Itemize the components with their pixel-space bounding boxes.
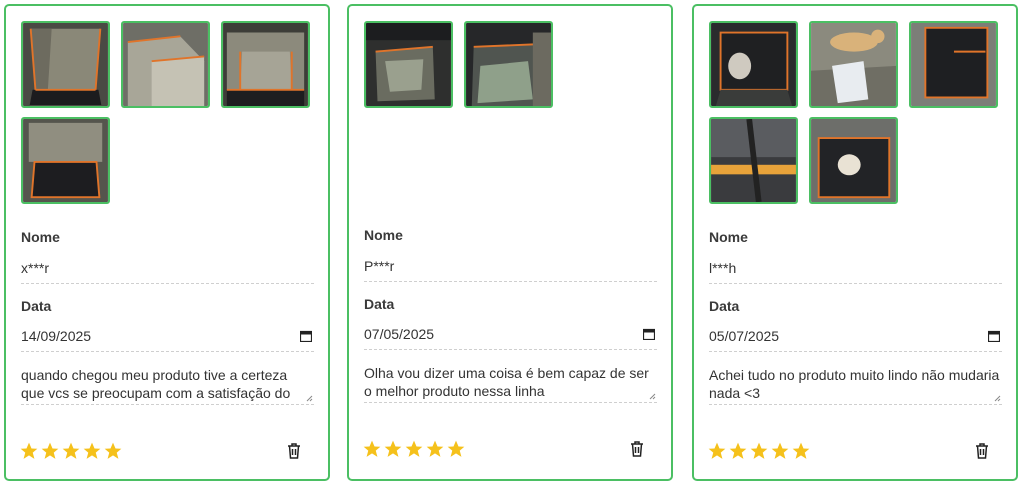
star-icon[interactable] — [383, 439, 403, 459]
review-photo[interactable] — [21, 21, 110, 108]
review-card-2: Nome P***r Data 07/05/2025 Olha vou dize… — [347, 4, 673, 481]
star-icon[interactable] — [61, 441, 81, 461]
review-photo[interactable] — [364, 21, 453, 108]
comment-field[interactable]: Achei tudo no produto muito lindo não mu… — [709, 366, 1002, 405]
star-icon[interactable] — [728, 441, 748, 461]
name-field[interactable]: l***h — [709, 260, 1002, 284]
date-field[interactable]: 07/05/2025 — [364, 326, 657, 350]
calendar-icon[interactable] — [300, 330, 312, 342]
calendar-icon[interactable] — [643, 328, 655, 340]
date-value: 14/09/2025 — [21, 328, 92, 344]
star-icon[interactable] — [707, 441, 727, 461]
trash-icon[interactable] — [630, 441, 644, 457]
name-label: Nome — [364, 227, 403, 243]
review-card-1: Nome x***r Data 14/09/2025 quando chegou… — [4, 4, 330, 481]
resize-handle-icon[interactable] — [306, 395, 313, 402]
date-value: 07/05/2025 — [364, 326, 435, 342]
review-photo[interactable] — [809, 117, 898, 204]
star-icon[interactable] — [404, 439, 424, 459]
star-icon[interactable] — [362, 439, 382, 459]
trash-icon[interactable] — [287, 443, 301, 459]
review-photo[interactable] — [709, 21, 798, 108]
review-photo[interactable] — [21, 117, 110, 204]
resize-handle-icon[interactable] — [649, 393, 656, 400]
star-icon[interactable] — [770, 441, 790, 461]
star-icon[interactable] — [103, 441, 123, 461]
review-photo[interactable] — [464, 21, 553, 108]
review-photo[interactable] — [909, 21, 998, 108]
review-photo[interactable] — [121, 21, 210, 108]
name-label: Nome — [709, 229, 748, 245]
comment-text: quando chegou meu produto tive a certeza… — [21, 367, 291, 404]
date-label: Data — [709, 298, 740, 314]
comment-text: Olha vou dizer uma coisa é bem capaz de … — [364, 365, 649, 399]
date-label: Data — [21, 298, 52, 314]
review-photo[interactable] — [809, 21, 898, 108]
date-value: 05/07/2025 — [709, 328, 780, 344]
comment-field[interactable]: quando chegou meu produto tive a certeza… — [21, 366, 314, 405]
star-icon[interactable] — [425, 439, 445, 459]
star-icon[interactable] — [446, 439, 466, 459]
comment-text: Achei tudo no produto muito lindo não mu… — [709, 367, 1000, 401]
star-icon[interactable] — [40, 441, 60, 461]
name-field[interactable]: P***r — [364, 258, 657, 282]
calendar-icon[interactable] — [988, 330, 1000, 342]
star-icon[interactable] — [19, 441, 39, 461]
name-label: Nome — [21, 229, 60, 245]
review-photo[interactable] — [709, 117, 798, 204]
rating-stars[interactable] — [19, 441, 123, 461]
date-label: Data — [364, 296, 395, 312]
star-icon[interactable] — [82, 441, 102, 461]
date-field[interactable]: 05/07/2025 — [709, 328, 1002, 352]
date-field[interactable]: 14/09/2025 — [21, 328, 314, 352]
resize-handle-icon[interactable] — [994, 395, 1001, 402]
review-card-3: Nome l***h Data 05/07/2025 Achei tudo no… — [692, 4, 1018, 481]
star-icon[interactable] — [791, 441, 811, 461]
comment-field[interactable]: Olha vou dizer uma coisa é bem capaz de … — [364, 364, 657, 403]
trash-icon[interactable] — [975, 443, 989, 459]
rating-stars[interactable] — [362, 439, 466, 459]
star-icon[interactable] — [749, 441, 769, 461]
rating-stars[interactable] — [707, 441, 811, 461]
review-photo[interactable] — [221, 21, 310, 108]
name-field[interactable]: x***r — [21, 260, 314, 284]
